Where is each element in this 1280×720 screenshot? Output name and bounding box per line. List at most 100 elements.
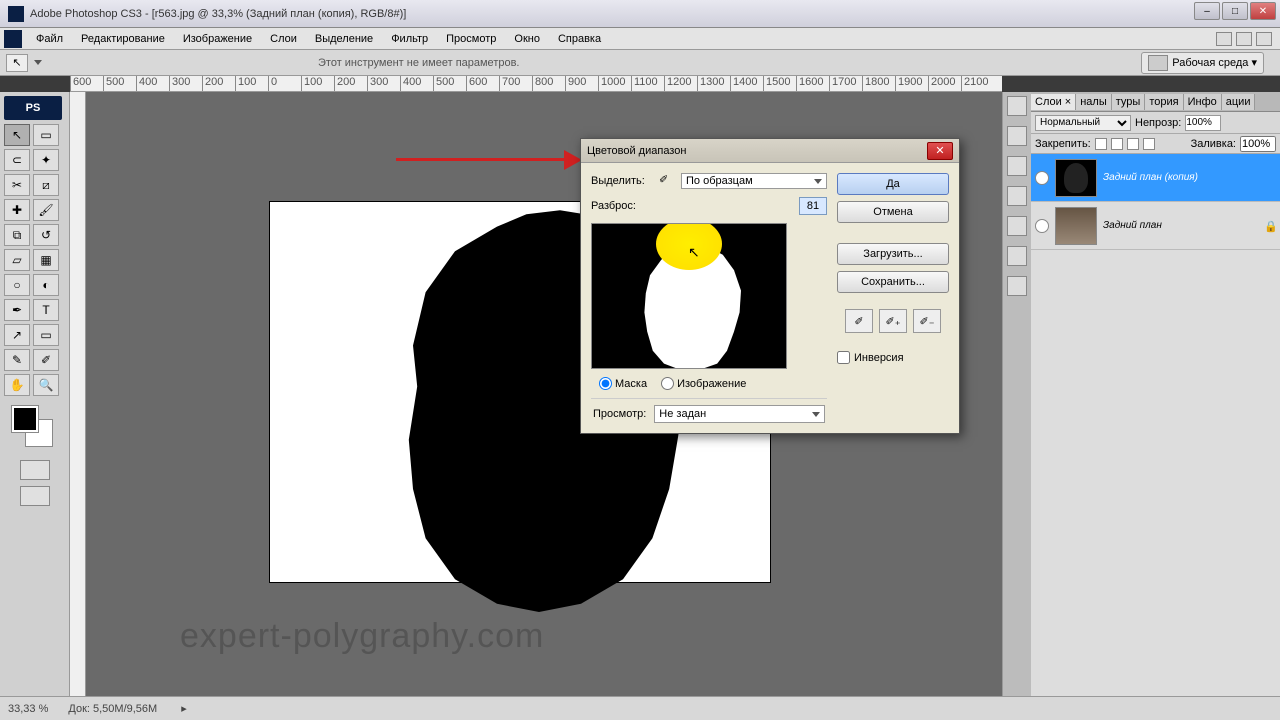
layer-row-background[interactable]: Задний план 🔒 <box>1031 202 1280 250</box>
opacity-input[interactable] <box>1185 115 1221 131</box>
radio-mask[interactable]: Маска <box>599 377 647 390</box>
status-bar: 33,33 % Док: 5,50M/9,56M ▸ <box>0 696 1280 720</box>
fuzziness-input[interactable] <box>799 197 827 215</box>
screen-mode-toggle[interactable] <box>20 486 50 506</box>
type-tool[interactable]: T <box>33 299 59 321</box>
toolbar-header[interactable]: PS <box>4 96 62 120</box>
lock-pixels-icon[interactable] <box>1111 138 1123 150</box>
color-panel-icon[interactable] <box>1007 126 1027 146</box>
actions-panel-icon[interactable] <box>1007 276 1027 296</box>
brush-tool[interactable]: 🖌 <box>33 199 59 221</box>
menu-filter[interactable]: Фильтр <box>383 31 436 47</box>
workspace-icon <box>1148 55 1168 71</box>
dialog-close-button[interactable]: ✕ <box>927 142 953 160</box>
load-button[interactable]: Загрузить... <box>837 243 949 265</box>
menu-help[interactable]: Справка <box>550 31 609 47</box>
menu-window[interactable]: Окно <box>506 31 548 47</box>
vertical-ruler <box>70 92 86 696</box>
doc-size: Док: 5,50M/9,56M <box>68 703 157 715</box>
layer-name[interactable]: Задний план <box>1103 220 1162 231</box>
doc-restore-button[interactable] <box>1236 32 1252 46</box>
dodge-tool[interactable]: ◐ <box>33 274 59 296</box>
styles-panel-icon[interactable] <box>1007 186 1027 206</box>
menu-file[interactable]: Файл <box>28 31 71 47</box>
tab-channels[interactable]: налы <box>1076 94 1112 110</box>
layer-thumbnail[interactable] <box>1055 159 1097 197</box>
invert-checkbox[interactable] <box>837 351 850 364</box>
visibility-toggle[interactable] <box>1035 171 1049 185</box>
lock-position-icon[interactable] <box>1127 138 1139 150</box>
preview-dropdown[interactable]: Не задан <box>654 405 825 423</box>
move-tool[interactable]: ↖ <box>4 124 30 146</box>
layer-thumbnail[interactable] <box>1055 207 1097 245</box>
tab-actions[interactable]: ации <box>1222 94 1256 110</box>
dialog-title-text: Цветовой диапазон <box>587 145 686 157</box>
move-tool-indicator[interactable]: ↖ <box>6 54 28 72</box>
layer-name[interactable]: Задний план (копия) <box>1103 172 1198 183</box>
blur-tool[interactable]: ○ <box>4 274 30 296</box>
menu-select[interactable]: Выделение <box>307 31 381 47</box>
slice-tool[interactable]: ⧄ <box>33 174 59 196</box>
eyedropper-tool[interactable]: ✐ <box>33 349 59 371</box>
eyedropper-sample-button[interactable]: ✐ <box>845 309 873 333</box>
lasso-tool[interactable]: ⊂ <box>4 149 30 171</box>
foreground-color[interactable] <box>12 406 38 432</box>
workspace-selector[interactable]: Рабочая среда ▾ <box>1141 52 1264 74</box>
navigator-panel-icon[interactable] <box>1007 96 1027 116</box>
fill-input[interactable] <box>1240 136 1276 152</box>
layer-row-copy[interactable]: Задний план (копия) <box>1031 154 1280 202</box>
window-title: Adobe Photoshop CS3 - [r563.jpg @ 33,3% … <box>30 8 406 20</box>
maximize-button[interactable]: □ <box>1222 2 1248 20</box>
menu-view[interactable]: Просмотр <box>438 31 504 47</box>
history-brush-tool[interactable]: ↺ <box>33 224 59 246</box>
masks-panel-icon[interactable] <box>1007 246 1027 266</box>
swatches-panel-icon[interactable] <box>1007 156 1027 176</box>
gradient-tool[interactable]: ▦ <box>33 249 59 271</box>
doc-close-button[interactable] <box>1256 32 1272 46</box>
pen-tool[interactable]: ✒ <box>4 299 30 321</box>
cursor-icon: ↖ <box>688 244 700 261</box>
menu-edit[interactable]: Редактирование <box>73 31 173 47</box>
blend-mode-select[interactable]: Нормальный <box>1035 115 1131 131</box>
tab-history[interactable]: тория <box>1145 94 1183 110</box>
ps-menu-icon[interactable] <box>4 30 22 48</box>
shape-tool[interactable]: ▭ <box>33 324 59 346</box>
tool-preset-dropdown[interactable] <box>34 60 42 65</box>
options-bar: ↖ Этот инструмент не имеет параметров. Р… <box>0 50 1280 76</box>
eyedropper-subtract-button[interactable]: ✐₋ <box>913 309 941 333</box>
wand-tool[interactable]: ✦ <box>33 149 59 171</box>
tab-layers[interactable]: Слои × <box>1031 94 1076 110</box>
visibility-toggle[interactable] <box>1035 219 1049 233</box>
radio-image[interactable]: Изображение <box>661 377 746 390</box>
stamp-tool[interactable]: ⧉ <box>4 224 30 246</box>
tab-info[interactable]: Инфо <box>1184 94 1222 110</box>
eraser-tool[interactable]: ▱ <box>4 249 30 271</box>
menu-image[interactable]: Изображение <box>175 31 260 47</box>
lock-all-icon[interactable] <box>1143 138 1155 150</box>
dialog-titlebar[interactable]: Цветовой диапазон ✕ <box>581 139 959 163</box>
marquee-tool[interactable]: ▭ <box>33 124 59 146</box>
zoom-level[interactable]: 33,33 % <box>8 703 48 715</box>
notes-tool[interactable]: ✎ <box>4 349 30 371</box>
adjustments-panel-icon[interactable] <box>1007 216 1027 236</box>
doc-minimize-button[interactable] <box>1216 32 1232 46</box>
close-button[interactable]: ✕ <box>1250 2 1276 20</box>
quick-mask-toggle[interactable] <box>20 460 50 480</box>
select-dropdown[interactable]: По образцам <box>681 173 827 189</box>
eyedropper-add-button[interactable]: ✐₊ <box>879 309 907 333</box>
color-swatch[interactable] <box>12 406 52 446</box>
minimize-button[interactable]: – <box>1194 2 1220 20</box>
lock-icon: 🔒 <box>1264 220 1276 232</box>
crop-tool[interactable]: ✂ <box>4 174 30 196</box>
lock-transparency-icon[interactable] <box>1095 138 1107 150</box>
selection-preview[interactable]: ↖ <box>591 223 787 369</box>
hand-tool[interactable]: ✋ <box>4 374 30 396</box>
cancel-button[interactable]: Отмена <box>837 201 949 223</box>
heal-tool[interactable]: ✚ <box>4 199 30 221</box>
menu-layer[interactable]: Слои <box>262 31 305 47</box>
tab-paths[interactable]: туры <box>1112 94 1146 110</box>
zoom-tool[interactable]: 🔍 <box>33 374 59 396</box>
save-button[interactable]: Сохранить... <box>837 271 949 293</box>
ok-button[interactable]: Да <box>837 173 949 195</box>
path-tool[interactable]: ↗ <box>4 324 30 346</box>
